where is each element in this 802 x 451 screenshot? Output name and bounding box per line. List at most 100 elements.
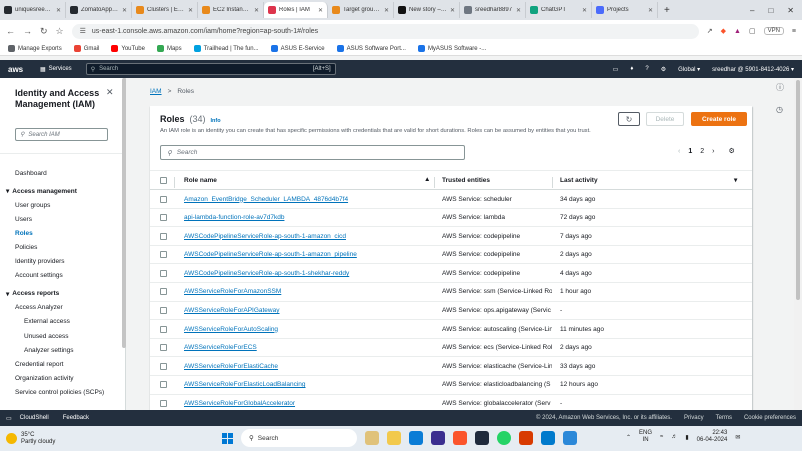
clock[interactable]: 22:43 06-04-2024: [697, 430, 728, 444]
table-row[interactable]: AWSCodePipelineServiceRole-ap-south-1-am…: [150, 246, 752, 265]
tab-close-icon[interactable]: ✕: [516, 7, 521, 14]
next-page-icon[interactable]: ›: [712, 148, 714, 155]
sidebar-item-access-analyzer[interactable]: Access Analyzer: [0, 301, 125, 315]
bookmark-item[interactable]: Manage Exports: [8, 45, 62, 52]
back-icon[interactable]: ←: [6, 26, 15, 36]
row-checkbox[interactable]: [160, 251, 167, 259]
col-last-activity[interactable]: Last activity: [560, 177, 598, 184]
role-name-link[interactable]: api-lambda-function-role-av7d7kdb: [184, 214, 424, 221]
table-row[interactable]: AWSServiceRoleForElastiCache AWS Service:…: [150, 357, 752, 376]
browser-tab[interactable]: sreedhar8897 ✕: [460, 2, 526, 18]
sidebar-item-identity-providers[interactable]: Identity providers: [0, 255, 125, 269]
windows-start-icon[interactable]: [222, 432, 233, 444]
tab-close-icon[interactable]: ✕: [122, 7, 127, 14]
wifi-icon[interactable]: ≈: [660, 434, 663, 440]
row-checkbox[interactable]: [160, 288, 167, 296]
tab-close-icon[interactable]: ✕: [450, 7, 455, 14]
browser-tab[interactable]: Clusters | Elastic✕: [132, 2, 198, 18]
notification-icon[interactable]: ✉: [735, 434, 740, 441]
share-icon[interactable]: ↗: [707, 27, 713, 35]
row-checkbox[interactable]: [160, 362, 167, 370]
page-1[interactable]: 1: [688, 148, 692, 155]
sidebar-item-organization-activity[interactable]: Organization activity: [0, 371, 125, 385]
cloudshell-icon[interactable]: ▭: [613, 66, 619, 73]
edge-icon[interactable]: [409, 431, 423, 445]
weather-widget[interactable]: 35°C Partly cloudy: [6, 432, 86, 446]
widgets-icon[interactable]: [365, 431, 379, 445]
roles-search-input[interactable]: ⚲ Search: [160, 145, 465, 160]
cloudshell-link[interactable]: CloudShell: [20, 415, 49, 421]
terminal-icon[interactable]: [475, 431, 489, 445]
bookmark-item[interactable]: YouTube: [111, 45, 145, 52]
gear-icon[interactable]: ⚙: [661, 66, 666, 73]
bookmark-item[interactable]: Maps: [156, 45, 182, 52]
info-link[interactable]: Info: [211, 118, 221, 124]
tab-close-icon[interactable]: ✕: [384, 7, 389, 14]
store-icon[interactable]: [431, 431, 445, 445]
sidebar-item-analyzer-settings[interactable]: Analyzer settings: [0, 343, 125, 357]
role-name-link[interactable]: Amazon_EventBridge_Scheduler_LAMBDA_4876…: [184, 196, 424, 203]
row-checkbox[interactable]: [160, 214, 167, 222]
row-checkbox[interactable]: [160, 307, 167, 315]
bookmark-item[interactable]: ASUS E-Service: [270, 45, 325, 52]
tab-close-icon[interactable]: ✕: [254, 7, 259, 14]
col-role-name[interactable]: Role name: [184, 177, 217, 184]
bookmark-item[interactable]: MyASUS Software -...: [417, 45, 486, 52]
col-trusted-entities[interactable]: Trusted entities: [442, 177, 490, 184]
role-name-link[interactable]: AWSCodePipelineServiceRole-ap-south-1-am…: [184, 251, 424, 258]
chevron-down-icon[interactable]: ▾: [734, 176, 737, 184]
sidebar-item-dashboard[interactable]: Dashboard: [0, 166, 125, 180]
whatsapp-icon[interactable]: [497, 431, 511, 445]
sidebar-item-access-management[interactable]: ▾ Access management: [0, 184, 125, 198]
reload-icon[interactable]: ↻: [40, 26, 48, 37]
role-name-link[interactable]: AWSServiceRoleForAutoScaling: [184, 326, 424, 333]
browser-tab[interactable]: Roles | IAM ✕: [264, 2, 328, 18]
main-scrollbar[interactable]: [794, 78, 802, 410]
browser-tab[interactable]: uniquesreedhar ✕: [0, 2, 66, 18]
help-icon[interactable]: ?: [645, 66, 648, 72]
table-row[interactable]: AWSCodePipelineServiceRole-ap-south-1-am…: [150, 227, 752, 246]
row-checkbox[interactable]: [160, 344, 167, 352]
close-icon[interactable]: ✕: [106, 87, 114, 98]
role-name-link[interactable]: AWSCodePipelineServiceRole-ap-south-1-sh…: [184, 270, 424, 277]
chevron-up-icon[interactable]: ⌃: [626, 434, 631, 441]
row-checkbox[interactable]: [160, 325, 167, 333]
sidebar-item-roles[interactable]: Roles: [0, 226, 125, 240]
bell-icon[interactable]: ♦: [630, 66, 633, 72]
maximize-icon[interactable]: □: [768, 6, 773, 15]
terms-link[interactable]: Terms: [716, 415, 732, 421]
role-name-link[interactable]: AWSServiceRoleForGlobalAccelerator: [184, 400, 424, 407]
role-name-link[interactable]: AWSServiceRoleForECS: [184, 344, 424, 351]
taskbar-search[interactable]: ⚲ Search: [241, 429, 357, 447]
info-circle-icon[interactable]: ⓘ: [776, 82, 784, 93]
cookie-preferences-link[interactable]: Cookie preferences: [744, 415, 796, 421]
tab-close-icon[interactable]: ✕: [188, 7, 193, 14]
rewards-icon[interactable]: ▲: [734, 28, 741, 35]
new-tab-button[interactable]: +: [658, 5, 676, 16]
sidebar-item-service-control-policies-scps[interactable]: Service control policies (SCPs): [0, 385, 125, 399]
browser-tab[interactable]: ZomatoApp-CI ✕: [66, 2, 132, 18]
scroll-thumb[interactable]: [796, 80, 800, 300]
sidebar-item-user-groups[interactable]: User groups: [0, 198, 125, 212]
vscode-icon[interactable]: [541, 431, 555, 445]
aws-search-input[interactable]: ⚲ Search [Alt+S]: [85, 63, 336, 75]
role-name-link[interactable]: AWSCodePipelineServiceRole-ap-south-1-am…: [184, 233, 424, 240]
services-menu[interactable]: ▦ Services: [40, 66, 72, 73]
office-icon[interactable]: [519, 431, 533, 445]
table-row[interactable]: AWSServiceRoleForECS AWS Service: ecs (Se…: [150, 339, 752, 358]
search-iam-input[interactable]: ⚲ Search IAM: [15, 128, 108, 141]
brave-icon[interactable]: [453, 431, 467, 445]
sidebar-item-access-reports[interactable]: ▾ Access reports: [0, 287, 125, 301]
file-explorer-icon[interactable]: [387, 431, 401, 445]
table-row[interactable]: api-lambda-function-role-av7d7kdb AWS Ser…: [150, 209, 752, 228]
browser-tab[interactable]: Target group d ✕: [328, 2, 394, 18]
table-row[interactable]: AWSServiceRoleForAutoScaling AWS Service:…: [150, 320, 752, 339]
role-name-link[interactable]: AWSServiceRoleForAPIGateway: [184, 307, 424, 314]
table-row[interactable]: AWSCodePipelineServiceRole-ap-south-1-sh…: [150, 264, 752, 283]
table-row[interactable]: AWSServiceRoleForElasticLoadBalancing AWS…: [150, 376, 752, 395]
region-selector[interactable]: Global ▾: [678, 66, 700, 73]
browser-tab[interactable]: EC2 Instance C ✕: [198, 2, 264, 18]
clock-icon[interactable]: ◷: [776, 105, 784, 114]
page-2[interactable]: 2: [700, 148, 704, 155]
row-checkbox[interactable]: [160, 381, 167, 389]
